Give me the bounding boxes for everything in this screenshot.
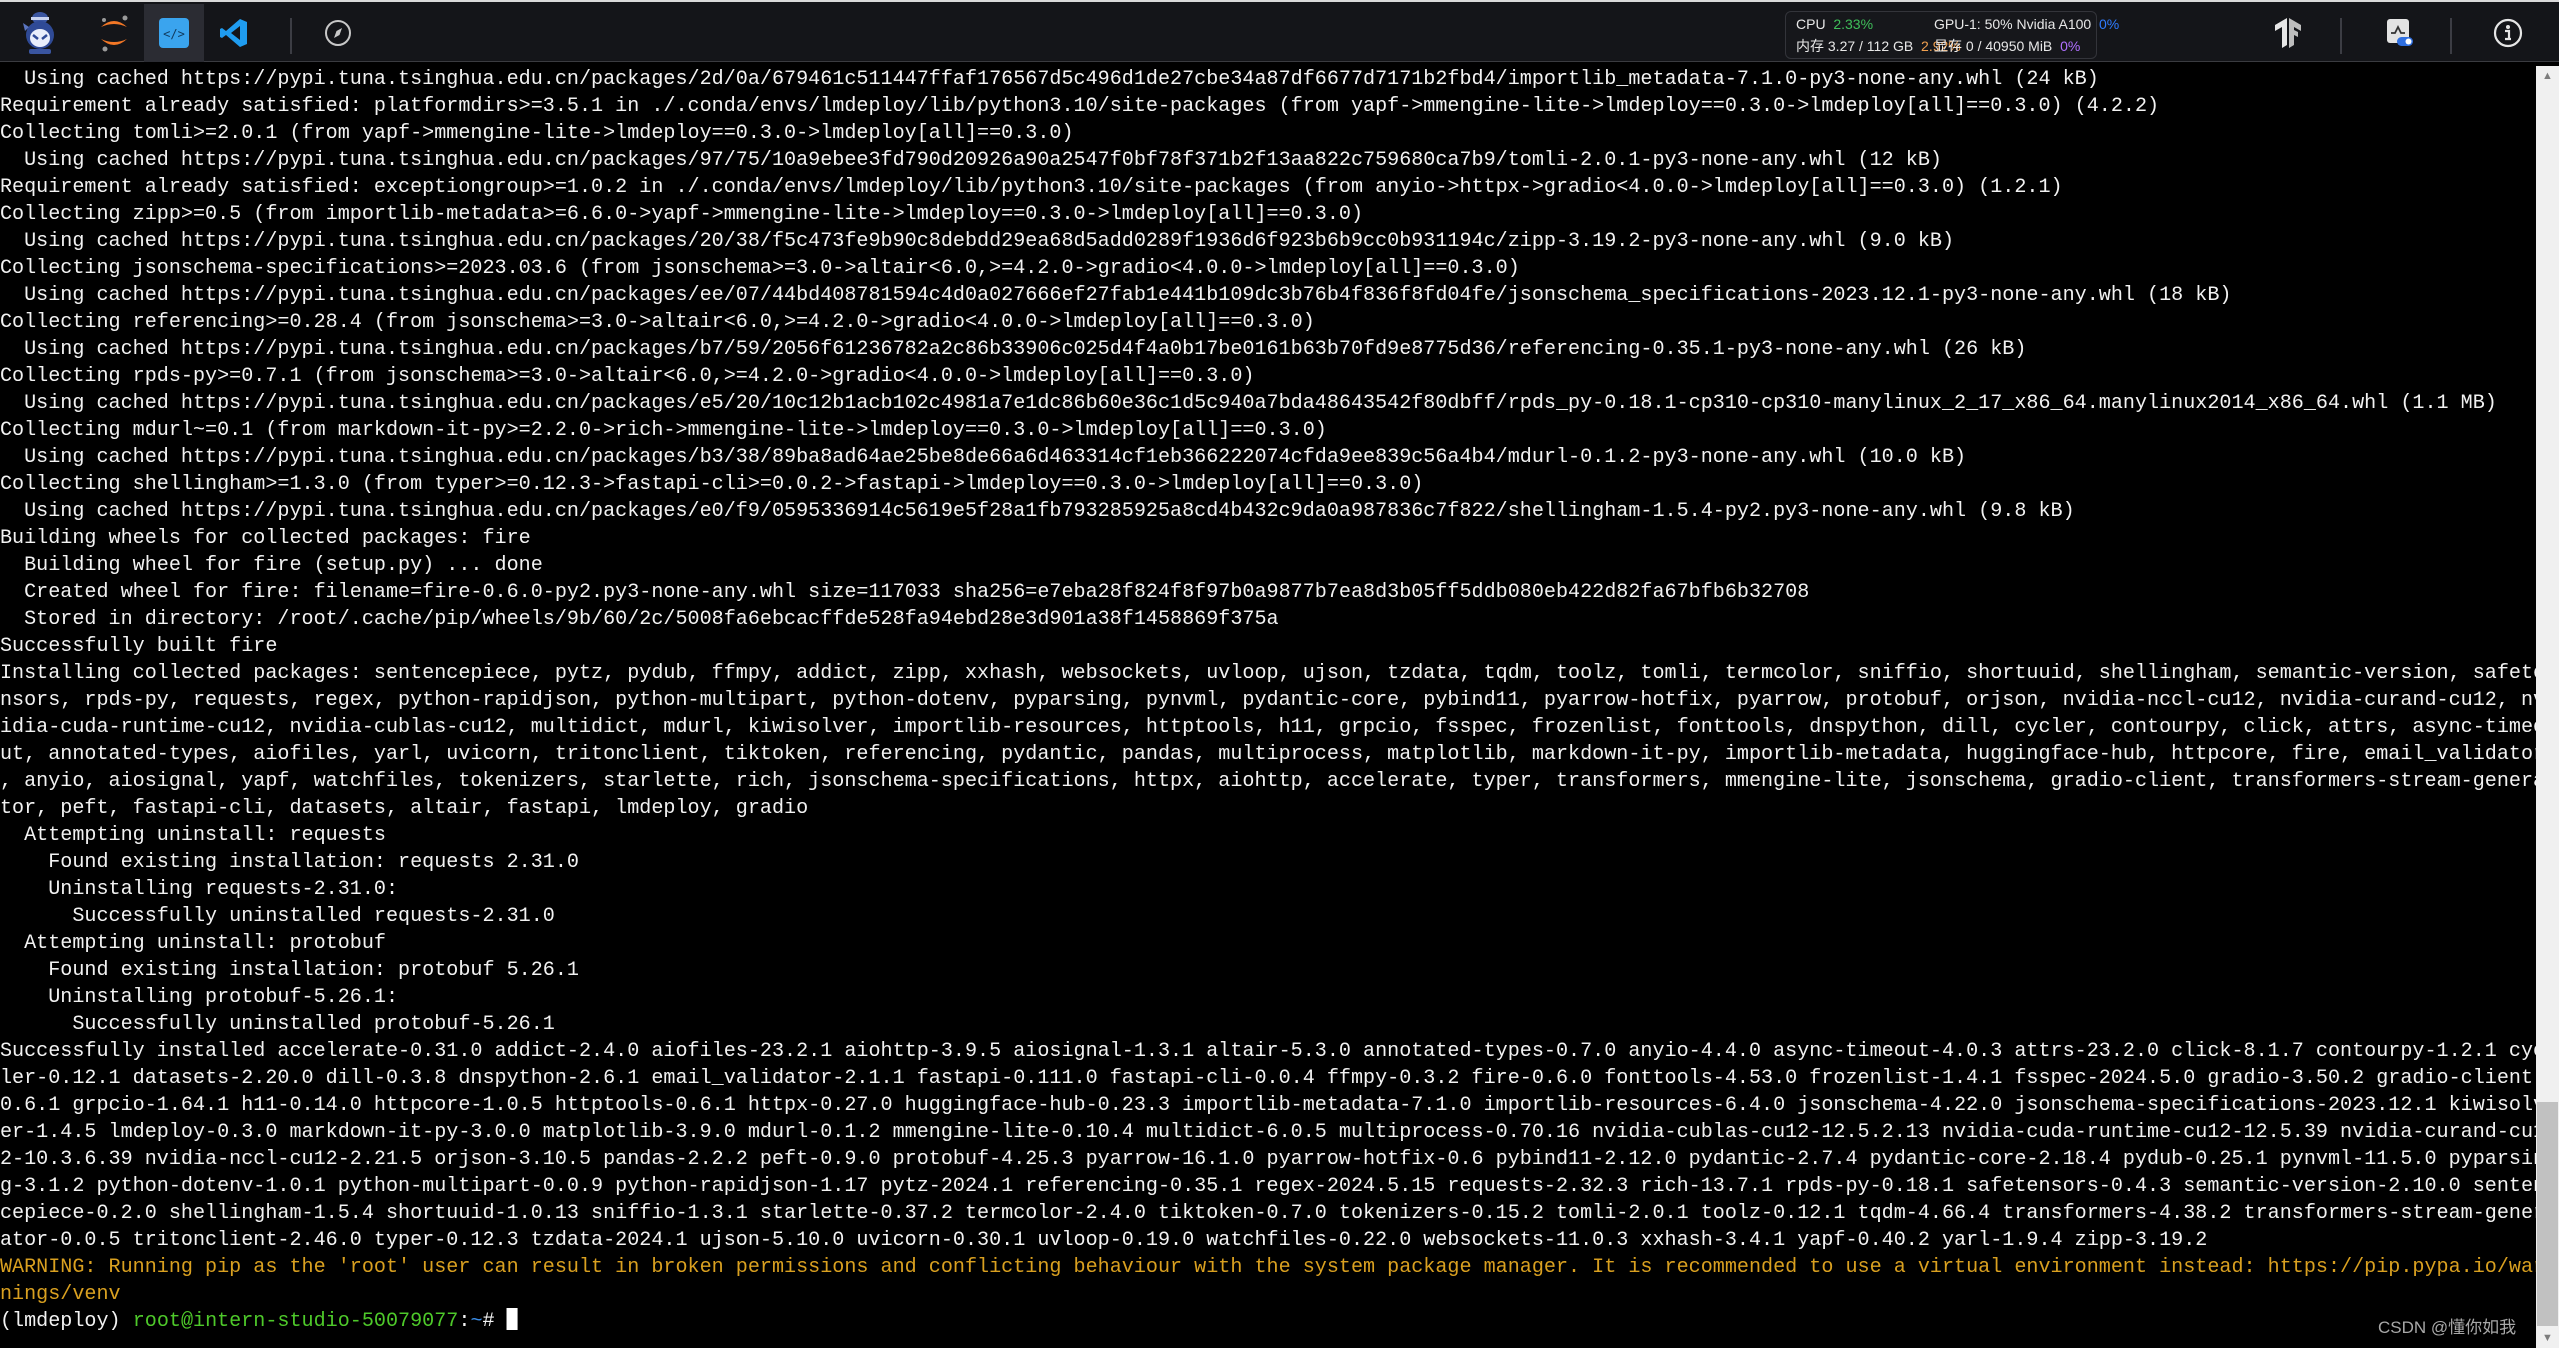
terminal-line: Using cached https://pypi.tuna.tsinghua.… xyxy=(0,392,2497,415)
terminal-line: Uninstalling protobuf-5.26.1: xyxy=(0,986,399,1009)
prompt-symbol: # xyxy=(482,1310,507,1333)
terminal-line: Successfully uninstalled requests-2.31.0 xyxy=(0,905,555,928)
cpu-label: CPU xyxy=(1796,16,1826,32)
compass-icon[interactable] xyxy=(308,4,368,62)
terminal-line: nsors, rpds-py, requests, regex, python-… xyxy=(0,689,2545,712)
warning-line: WARNING: Running pip as the 'root' user … xyxy=(0,1256,2545,1279)
terminal-line: ler-0.12.1 datasets-2.20.0 dill-0.3.8 dn… xyxy=(0,1067,2545,1090)
terminal-line: Using cached https://pypi.tuna.tsinghua.… xyxy=(0,230,1955,253)
terminal-line: er-1.4.5 lmdeploy-0.3.0 markdown-it-py-3… xyxy=(0,1121,2545,1144)
jupyter-icon[interactable] xyxy=(84,4,144,62)
shell-prompt[interactable]: (lmdeploy) root@intern-studio-50079077:~… xyxy=(0,1308,2545,1335)
terminal-line: 2-10.3.6.39 nvidia-nccl-cu12-2.21.5 orjs… xyxy=(0,1148,2545,1171)
svg-text:</>: </> xyxy=(163,27,185,41)
terminal-line: Found existing installation: protobuf 5.… xyxy=(0,959,579,982)
terminal-line: Stored in directory: /root/.cache/pip/wh… xyxy=(0,608,1279,631)
terminal-line: Successfully built fire xyxy=(0,635,278,658)
terminal-line: Collecting jsonschema-specifications>=20… xyxy=(0,257,1520,280)
terminal-line: 0.6.1 grpcio-1.64.1 h11-0.14.0 httpcore-… xyxy=(0,1094,2545,1117)
prompt-path: ~ xyxy=(470,1310,483,1333)
terminal-line: idia-cuda-runtime-cu12, nvidia-cublas-cu… xyxy=(0,716,2545,739)
terminal-line: ator-0.0.5 tritonclient-2.46.0 typer-0.1… xyxy=(0,1229,2208,1252)
terminal-line: Created wheel for fire: filename=fire-0.… xyxy=(0,581,1810,604)
terminal-line: Collecting referencing>=0.28.4 (from jso… xyxy=(0,311,1315,334)
terminal-line: Collecting tomli>=2.0.1 (from yapf->mmen… xyxy=(0,122,1074,145)
app-logo-icon[interactable] xyxy=(10,4,70,62)
terminal-line: tor, peft, fastapi-cli, datasets, altair… xyxy=(0,797,809,820)
code-editor-icon[interactable]: </> xyxy=(144,4,204,62)
terminal-line: Building wheels for collected packages: … xyxy=(0,527,531,550)
text-cursor xyxy=(506,1308,518,1330)
scrollbar-thumb[interactable] xyxy=(2537,1102,2558,1326)
terminal-line: Attempting uninstall: requests xyxy=(0,824,386,847)
terminal-line: Requirement already satisfied: exception… xyxy=(0,176,2063,199)
terminal-line: Successfully installed accelerate-0.31.0… xyxy=(0,1040,2545,1063)
info-icon[interactable] xyxy=(2478,4,2538,62)
terminal-line: Collecting rpds-py>=0.7.1 (from jsonsche… xyxy=(0,365,1255,388)
tensorflow-icon[interactable] xyxy=(2258,4,2318,62)
vscode-icon[interactable] xyxy=(204,4,264,62)
prompt-user-host: root@intern-studio-50079077 xyxy=(132,1310,459,1333)
terminal-line: ut, annotated-types, aiofiles, yarl, uvi… xyxy=(0,743,2545,766)
prompt-env: (lmdeploy) xyxy=(0,1310,133,1333)
terminal-line: Collecting mdurl~=0.1 (from markdown-it-… xyxy=(0,419,1327,442)
terminal-line: Requirement already satisfied: platformd… xyxy=(0,95,2160,118)
gpu-label: GPU-1: 50% Nvidia A100 xyxy=(1934,16,2092,32)
terminal-line: Collecting shellingham>=1.3.0 (from type… xyxy=(0,473,1424,496)
terminal-line: Using cached https://pypi.tuna.tsinghua.… xyxy=(0,338,2027,361)
terminal-line: Successfully uninstalled protobuf-5.26.1 xyxy=(0,1013,555,1036)
terminal-line: Building wheel for fire (setup.py) ... d… xyxy=(0,554,543,577)
terminal-line: g-3.1.2 python-dotenv-1.0.1 python-multi… xyxy=(0,1175,2545,1198)
terminal-line: Collecting zipp>=0.5 (from importlib-met… xyxy=(0,203,1364,226)
top-toolbar: </> CPU 2.33% 内存 3.27 / 112 GB 2.92% GPU… xyxy=(0,0,2559,62)
csdn-watermark: CSDN @懂你如我 xyxy=(2378,1318,2517,1337)
terminal-scrollbar[interactable]: ▲ ▼ xyxy=(2536,66,2559,1348)
vram-label: 显存 0 / 40950 MiB xyxy=(1934,38,2053,54)
terminal-line: Found existing installation: requests 2.… xyxy=(0,851,579,874)
scroll-down-arrow-icon[interactable]: ▼ xyxy=(2536,1328,2559,1348)
terminal-line: , anyio, aiosignal, yapf, watchfiles, to… xyxy=(0,770,2545,793)
cpu-value: 2.33% xyxy=(1833,16,1874,32)
terminal-line: Uninstalling requests-2.31.0: xyxy=(0,878,399,901)
terminal-line: Attempting uninstall: protobuf xyxy=(0,932,386,955)
memory-label: 内存 3.27 / 112 GB xyxy=(1796,38,1914,54)
terminal-line: Using cached https://pypi.tuna.tsinghua.… xyxy=(0,68,2099,91)
terminal-line: cepiece-0.2.0 shellingham-1.5.4 shortuui… xyxy=(0,1202,2545,1225)
terminal-line: Using cached https://pypi.tuna.tsinghua.… xyxy=(0,284,2232,307)
toolbar-separator xyxy=(290,18,292,54)
monitor-toggle-icon[interactable] xyxy=(2370,4,2430,62)
terminal-output[interactable]: Using cached https://pypi.tuna.tsinghua.… xyxy=(0,66,2545,1348)
prompt-colon: : xyxy=(458,1310,471,1333)
vram-value: 0% xyxy=(2060,38,2081,54)
terminal-line: Using cached https://pypi.tuna.tsinghua.… xyxy=(0,446,1967,469)
gpu-value: 0% xyxy=(2098,16,2120,32)
terminal-line: Using cached https://pypi.tuna.tsinghua.… xyxy=(0,500,2075,523)
terminal-line: Installing collected packages: sentencep… xyxy=(0,662,2545,685)
scroll-up-arrow-icon[interactable]: ▲ xyxy=(2536,66,2559,86)
toolbar-separator xyxy=(2450,18,2452,54)
toolbar-separator xyxy=(2340,18,2342,54)
resource-stats-panel: CPU 2.33% 内存 3.27 / 112 GB 2.92% GPU-1: … xyxy=(1785,11,2119,59)
terminal-line: Using cached https://pypi.tuna.tsinghua.… xyxy=(0,149,1942,172)
warning-line: nings/venv xyxy=(0,1283,121,1306)
